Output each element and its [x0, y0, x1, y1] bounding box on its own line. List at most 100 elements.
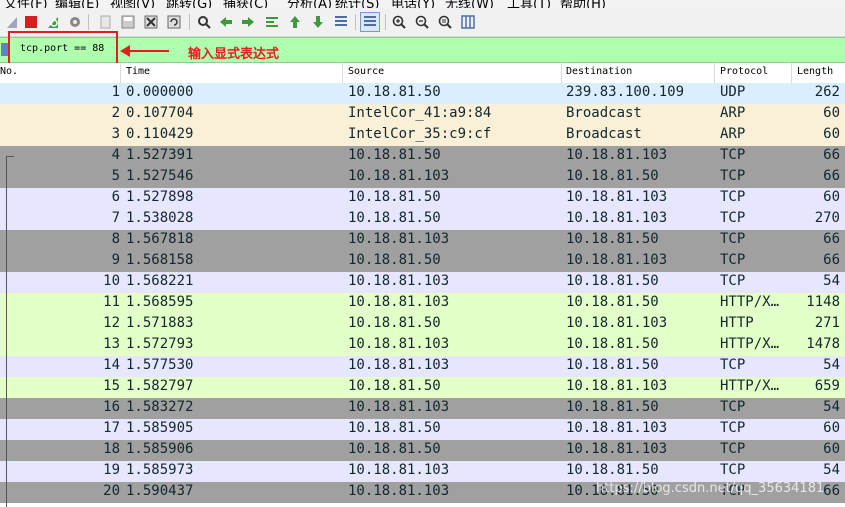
menu-capture[interactable]: 捕获(C)	[223, 0, 268, 8]
packet-row[interactable]: 15 1.582797 10.18.81.50 10.18.81.103 HTTP/X……	[0, 377, 845, 398]
packet-source: 10.18.81.103	[348, 483, 450, 499]
go-back-icon[interactable]	[216, 12, 236, 32]
column-header-no[interactable]: No.	[0, 66, 18, 77]
menu-telephony[interactable]: 电话(Y)	[391, 0, 435, 8]
packet-time: 1.577530	[126, 357, 194, 373]
menu-view[interactable]: 视图(V)	[110, 0, 155, 8]
packet-protocol: ARP	[720, 105, 746, 121]
packet-length: 60	[823, 189, 840, 205]
menu-edit[interactable]: 编辑(E)	[55, 0, 99, 8]
packet-row[interactable]: 13 1.572793 10.18.81.103 10.18.81.50 HTTP/X……	[0, 335, 845, 356]
packet-row[interactable]: 9 1.568158 10.18.81.50 10.18.81.103 TCP 66	[0, 251, 845, 272]
normal-size-icon[interactable]	[435, 12, 455, 32]
packet-protocol: HTTP/X…	[720, 336, 780, 352]
find-packet-icon[interactable]	[194, 12, 214, 32]
packet-source: 10.18.81.103	[348, 462, 450, 478]
packet-source: 10.18.81.103	[348, 294, 450, 310]
packet-row[interactable]: 2 0.107704 IntelCor_41:a9:84 Broadcast ARP 60	[0, 104, 845, 125]
packet-row[interactable]: 3 0.110429 IntelCor_35:c9:cf Broadcast ARP 60	[0, 125, 845, 146]
open-file-icon[interactable]	[95, 12, 115, 32]
packet-source: 10.18.81.50	[348, 147, 441, 163]
menu-analyze[interactable]: 分析(A)	[287, 0, 332, 8]
packet-length: 1148	[806, 294, 840, 310]
packet-source: 10.18.81.103	[348, 399, 450, 415]
packet-row[interactable]: 1 0.000000 10.18.81.50 239.83.100.109 UDP 262	[0, 83, 845, 104]
last-packet-icon[interactable]	[308, 12, 328, 32]
zoom-in-icon[interactable]	[389, 12, 409, 32]
packet-row[interactable]: 12 1.571883 10.18.81.50 10.18.81.103 HTTP 271	[0, 314, 845, 335]
packet-row[interactable]: 11 1.568595 10.18.81.103 10.18.81.50 HTTP/X……	[0, 293, 845, 314]
packet-no: 12	[103, 315, 120, 331]
packet-time: 0.107704	[126, 105, 194, 121]
packet-no: 19	[103, 462, 120, 478]
packet-time: 1.567818	[126, 231, 194, 247]
packet-source: 10.18.81.50	[348, 441, 441, 457]
packet-time: 1.571883	[126, 315, 194, 331]
shark-fin-start-icon[interactable]	[2, 12, 22, 32]
packet-row[interactable]: 14 1.577530 10.18.81.103 10.18.81.50 TCP 54	[0, 356, 845, 377]
packet-no: 10	[103, 273, 120, 289]
packet-row[interactable]: 6 1.527898 10.18.81.50 10.18.81.103 TCP 60	[0, 188, 845, 209]
packet-length: 54	[823, 462, 840, 478]
menu-tools[interactable]: 工具(T)	[507, 0, 551, 8]
packet-destination: 10.18.81.103	[566, 147, 668, 163]
auto-scroll-icon[interactable]	[331, 12, 351, 32]
packet-time: 1.527898	[126, 189, 194, 205]
colorize-icon[interactable]	[360, 12, 380, 32]
packet-protocol: TCP	[720, 441, 746, 457]
column-header-time[interactable]: Time	[126, 66, 150, 77]
packet-destination: 10.18.81.50	[566, 336, 659, 352]
packet-no: 20	[103, 483, 120, 499]
packet-time: 1.568158	[126, 252, 194, 268]
packet-time: 1.590437	[126, 483, 194, 499]
go-forward-icon[interactable]	[238, 12, 258, 32]
packet-length: 1478	[806, 336, 840, 352]
packet-row[interactable]: 17 1.585905 10.18.81.50 10.18.81.103 TCP 60	[0, 419, 845, 440]
packet-length: 66	[823, 147, 840, 163]
packet-row[interactable]: 7 1.538028 10.18.81.50 10.18.81.103 TCP 270	[0, 209, 845, 230]
menu-statistics[interactable]: 统计(S)	[335, 0, 379, 8]
packet-source: 10.18.81.103	[348, 231, 450, 247]
packet-row[interactable]: 10 1.568221 10.18.81.103 10.18.81.50 TCP 54	[0, 272, 845, 293]
zoom-out-icon[interactable]	[412, 12, 432, 32]
column-header-source[interactable]: Source	[348, 66, 384, 77]
packet-row[interactable]: 19 1.585973 10.18.81.103 10.18.81.50 TCP 54	[0, 461, 845, 482]
menu-wireless[interactable]: 无线(W)	[445, 0, 494, 8]
packet-source: 10.18.81.103	[348, 357, 450, 373]
packet-protocol: TCP	[720, 399, 746, 415]
packet-time: 1.568221	[126, 273, 194, 289]
packet-row[interactable]: 4 1.527391 10.18.81.50 10.18.81.103 TCP 66	[0, 146, 845, 167]
resize-columns-icon[interactable]	[458, 12, 478, 32]
packet-time: 1.583272	[126, 399, 194, 415]
packet-time: 1.582797	[126, 378, 194, 394]
menu-file[interactable]: 文件(F)	[4, 0, 48, 8]
packet-row[interactable]: 18 1.585906 10.18.81.50 10.18.81.103 TCP 60	[0, 440, 845, 461]
packet-protocol: HTTP/X…	[720, 378, 780, 394]
save-file-icon[interactable]	[118, 12, 138, 32]
packet-time: 1.585905	[126, 420, 194, 436]
column-header-protocol[interactable]: Protocol	[720, 66, 768, 77]
packet-row[interactable]: 8 1.567818 10.18.81.103 10.18.81.50 TCP 66	[0, 230, 845, 251]
packet-no: 2	[111, 105, 120, 121]
packet-row[interactable]: 16 1.583272 10.18.81.103 10.18.81.50 TCP 54	[0, 398, 845, 419]
packet-no: 8	[111, 231, 120, 247]
column-header-destination[interactable]: Destination	[566, 66, 632, 77]
first-packet-icon[interactable]	[285, 12, 305, 32]
menu-help[interactable]: 帮助(H)	[560, 0, 606, 8]
capture-options-icon[interactable]	[65, 12, 85, 32]
column-header-length[interactable]: Length	[797, 66, 833, 77]
reload-icon[interactable]	[164, 12, 184, 32]
menu-go[interactable]: 跳转(G)	[166, 0, 212, 8]
stop-capture-icon[interactable]	[21, 12, 41, 32]
packet-time: 1.585973	[126, 462, 194, 478]
close-file-icon[interactable]	[141, 12, 161, 32]
go-to-packet-icon[interactable]	[262, 12, 282, 32]
packet-destination: 10.18.81.103	[566, 315, 668, 331]
packet-source: 10.18.81.50	[348, 420, 441, 436]
packet-row[interactable]: 5 1.527546 10.18.81.103 10.18.81.50 TCP 66	[0, 167, 845, 188]
packet-length: 270	[814, 210, 840, 226]
conversation-bracket-line	[6, 156, 7, 507]
restart-capture-icon[interactable]	[43, 12, 63, 32]
packet-no: 17	[103, 420, 120, 436]
packet-destination: 10.18.81.50	[566, 462, 659, 478]
